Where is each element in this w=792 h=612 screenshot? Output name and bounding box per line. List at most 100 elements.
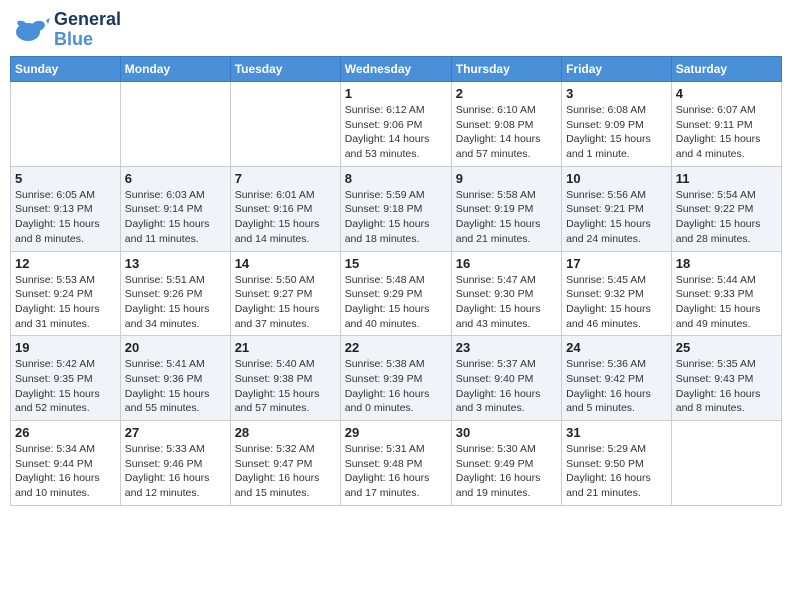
calendar-cell: 2Sunrise: 6:10 AM Sunset: 9:08 PM Daylig…	[451, 82, 561, 167]
page-header: General Blue	[10, 10, 782, 50]
day-info: Sunrise: 6:08 AM Sunset: 9:09 PM Dayligh…	[566, 103, 667, 162]
day-number: 7	[235, 171, 336, 186]
calendar-cell: 12Sunrise: 5:53 AM Sunset: 9:24 PM Dayli…	[11, 251, 121, 336]
calendar-cell: 16 Sunrise: 5:47 AM Sunset: 9:30 PM Dayli…	[451, 251, 561, 336]
calendar-cell	[671, 421, 781, 506]
day-number: 26	[15, 425, 116, 440]
day-number: 19	[15, 340, 116, 355]
logo-text-line2: Blue	[54, 30, 121, 50]
day-info: Sunrise: 5:41 AM Sunset: 9:36 PM Dayligh…	[125, 357, 226, 416]
calendar-cell: 31 Sunrise: 5:29 AM Sunset: 9:50 PM Dayli…	[562, 421, 672, 506]
day-info: Sunrise: 6:07 AM Sunset: 9:11 PM Dayligh…	[676, 103, 777, 162]
calendar-cell: 30Sunrise: 5:30 AM Sunset: 9:49 PM Dayli…	[451, 421, 561, 506]
calendar-cell: 10 Sunrise: 5:56 AM Sunset: 9:21 PM Dayli…	[562, 166, 672, 251]
day-info: Sunrise: 5:37 AM Sunset: 9:40 PM Dayligh…	[456, 357, 557, 416]
weekday-header: Monday	[120, 57, 230, 82]
day-info: Sunrise: 5:47 AM Sunset: 9:30 PM Dayligh…	[456, 273, 557, 332]
weekday-header: Tuesday	[230, 57, 340, 82]
day-number: 25	[676, 340, 777, 355]
day-info: Sunrise: 5:50 AM Sunset: 9:27 PM Dayligh…	[235, 273, 336, 332]
calendar-cell: 3 Sunrise: 6:08 AM Sunset: 9:09 PM Daylig…	[562, 82, 672, 167]
day-number: 4	[676, 86, 777, 101]
day-info: Sunrise: 5:54 AM Sunset: 9:22 PM Dayligh…	[676, 188, 777, 247]
calendar-week-row: 12Sunrise: 5:53 AM Sunset: 9:24 PM Dayli…	[11, 251, 782, 336]
calendar-week-row: 19 Sunrise: 5:42 AM Sunset: 9:35 PM Dayli…	[11, 336, 782, 421]
day-info: Sunrise: 6:03 AM Sunset: 9:14 PM Dayligh…	[125, 188, 226, 247]
day-number: 1	[345, 86, 447, 101]
calendar-cell: 29 Sunrise: 5:31 AM Sunset: 9:48 PM Dayli…	[340, 421, 451, 506]
day-number: 9	[456, 171, 557, 186]
day-info: Sunrise: 5:33 AM Sunset: 9:46 PM Dayligh…	[125, 442, 226, 501]
day-info: Sunrise: 5:35 AM Sunset: 9:43 PM Dayligh…	[676, 357, 777, 416]
logo: General Blue	[10, 10, 121, 50]
day-info: Sunrise: 5:29 AM Sunset: 9:50 PM Dayligh…	[566, 442, 667, 501]
day-info: Sunrise: 5:36 AM Sunset: 9:42 PM Dayligh…	[566, 357, 667, 416]
weekday-header: Friday	[562, 57, 672, 82]
day-number: 14	[235, 256, 336, 271]
calendar-cell: 11Sunrise: 5:54 AM Sunset: 9:22 PM Dayli…	[671, 166, 781, 251]
day-number: 15	[345, 256, 447, 271]
calendar-cell	[120, 82, 230, 167]
day-number: 16	[456, 256, 557, 271]
day-number: 10	[566, 171, 667, 186]
calendar-table: SundayMondayTuesdayWednesdayThursdayFrid…	[10, 56, 782, 506]
day-info: Sunrise: 5:38 AM Sunset: 9:39 PM Dayligh…	[345, 357, 447, 416]
calendar-cell	[230, 82, 340, 167]
calendar-header-row: SundayMondayTuesdayWednesdayThursdayFrid…	[11, 57, 782, 82]
day-info: Sunrise: 5:42 AM Sunset: 9:35 PM Dayligh…	[15, 357, 116, 416]
calendar-cell: 25 Sunrise: 5:35 AM Sunset: 9:43 PM Dayli…	[671, 336, 781, 421]
calendar-cell: 21Sunrise: 5:40 AM Sunset: 9:38 PM Dayli…	[230, 336, 340, 421]
logo-bird-icon	[10, 10, 50, 50]
day-number: 30	[456, 425, 557, 440]
calendar-cell: 24 Sunrise: 5:36 AM Sunset: 9:42 PM Dayli…	[562, 336, 672, 421]
day-number: 12	[15, 256, 116, 271]
day-info: Sunrise: 5:31 AM Sunset: 9:48 PM Dayligh…	[345, 442, 447, 501]
day-number: 27	[125, 425, 226, 440]
day-info: Sunrise: 5:32 AM Sunset: 9:47 PM Dayligh…	[235, 442, 336, 501]
calendar-cell: 13 Sunrise: 5:51 AM Sunset: 9:26 PM Dayli…	[120, 251, 230, 336]
calendar-cell: 17 Sunrise: 5:45 AM Sunset: 9:32 PM Dayli…	[562, 251, 672, 336]
calendar-cell: 20 Sunrise: 5:41 AM Sunset: 9:36 PM Dayli…	[120, 336, 230, 421]
calendar-cell: 18Sunrise: 5:44 AM Sunset: 9:33 PM Dayli…	[671, 251, 781, 336]
calendar-cell: 23 Sunrise: 5:37 AM Sunset: 9:40 PM Dayli…	[451, 336, 561, 421]
day-info: Sunrise: 6:05 AM Sunset: 9:13 PM Dayligh…	[15, 188, 116, 247]
day-number: 22	[345, 340, 447, 355]
weekday-header: Saturday	[671, 57, 781, 82]
day-number: 17	[566, 256, 667, 271]
day-number: 24	[566, 340, 667, 355]
calendar-cell: 8 Sunrise: 5:59 AM Sunset: 9:18 PM Daylig…	[340, 166, 451, 251]
calendar-cell: 27 Sunrise: 5:33 AM Sunset: 9:46 PM Dayli…	[120, 421, 230, 506]
day-number: 3	[566, 86, 667, 101]
day-number: 6	[125, 171, 226, 186]
calendar-cell: 19 Sunrise: 5:42 AM Sunset: 9:35 PM Dayli…	[11, 336, 121, 421]
logo-text-line1: General	[54, 10, 121, 30]
day-info: Sunrise: 5:48 AM Sunset: 9:29 PM Dayligh…	[345, 273, 447, 332]
day-number: 13	[125, 256, 226, 271]
day-number: 28	[235, 425, 336, 440]
day-number: 23	[456, 340, 557, 355]
day-info: Sunrise: 5:59 AM Sunset: 9:18 PM Dayligh…	[345, 188, 447, 247]
day-number: 5	[15, 171, 116, 186]
calendar-cell: 22 Sunrise: 5:38 AM Sunset: 9:39 PM Dayli…	[340, 336, 451, 421]
day-info: Sunrise: 5:51 AM Sunset: 9:26 PM Dayligh…	[125, 273, 226, 332]
calendar-cell	[11, 82, 121, 167]
weekday-header: Thursday	[451, 57, 561, 82]
calendar-cell: 1Sunrise: 6:12 AM Sunset: 9:06 PM Daylig…	[340, 82, 451, 167]
day-number: 31	[566, 425, 667, 440]
calendar-cell: 4 Sunrise: 6:07 AM Sunset: 9:11 PM Daylig…	[671, 82, 781, 167]
day-number: 18	[676, 256, 777, 271]
calendar-cell: 15 Sunrise: 5:48 AM Sunset: 9:29 PM Dayli…	[340, 251, 451, 336]
day-number: 29	[345, 425, 447, 440]
day-number: 21	[235, 340, 336, 355]
day-info: Sunrise: 6:01 AM Sunset: 9:16 PM Dayligh…	[235, 188, 336, 247]
day-number: 8	[345, 171, 447, 186]
calendar-cell: 7 Sunrise: 6:01 AM Sunset: 9:16 PM Daylig…	[230, 166, 340, 251]
weekday-header: Wednesday	[340, 57, 451, 82]
day-info: Sunrise: 5:45 AM Sunset: 9:32 PM Dayligh…	[566, 273, 667, 332]
calendar-cell: 5 Sunrise: 6:05 AM Sunset: 9:13 PM Daylig…	[11, 166, 121, 251]
day-number: 20	[125, 340, 226, 355]
day-number: 2	[456, 86, 557, 101]
calendar-cell: 14 Sunrise: 5:50 AM Sunset: 9:27 PM Dayli…	[230, 251, 340, 336]
calendar-cell: 9Sunrise: 5:58 AM Sunset: 9:19 PM Daylig…	[451, 166, 561, 251]
day-info: Sunrise: 5:56 AM Sunset: 9:21 PM Dayligh…	[566, 188, 667, 247]
